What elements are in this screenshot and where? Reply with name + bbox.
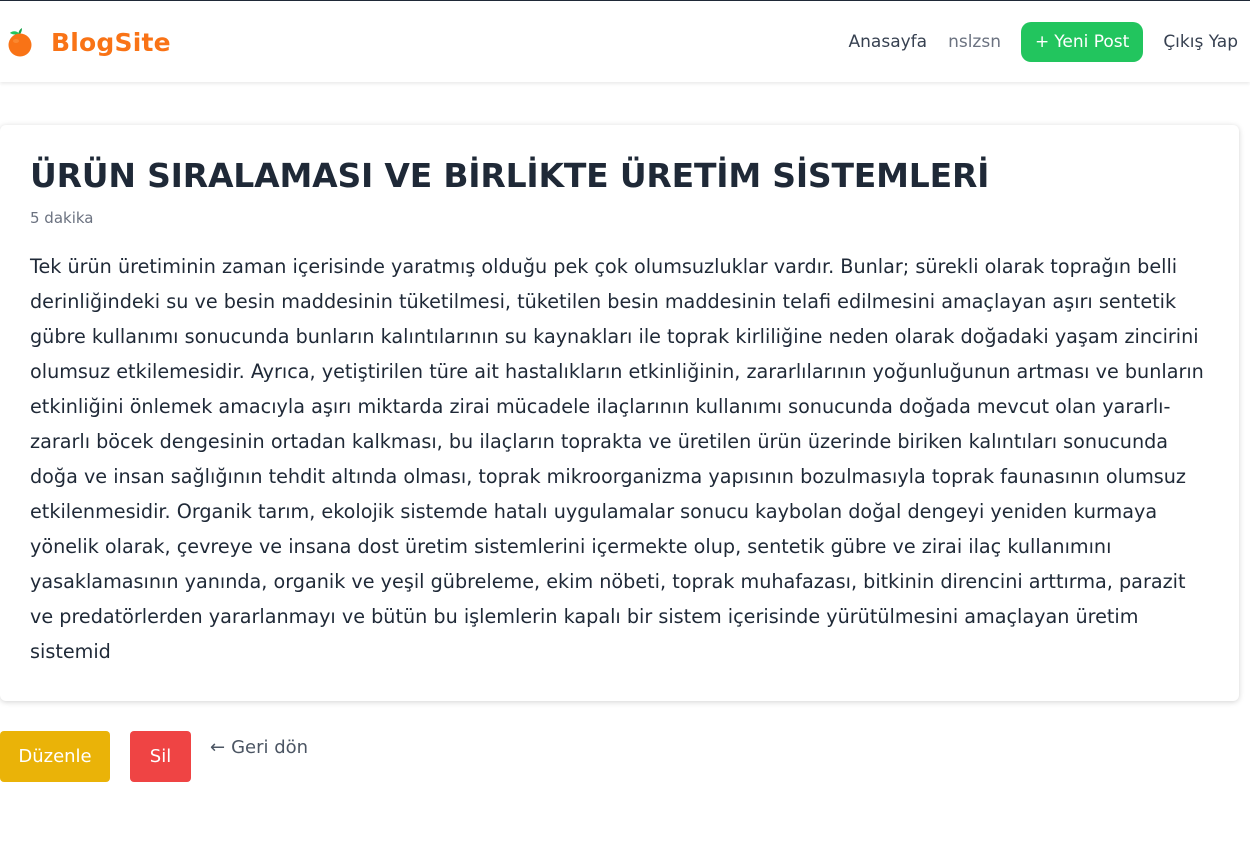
logout-link[interactable]: Çıkış Yap xyxy=(1163,32,1238,52)
post-title: ÜRÜN SIRALAMASI VE BİRLİKTE ÜRETİM SİSTE… xyxy=(30,156,990,195)
nav-home-link[interactable]: Anasayfa xyxy=(849,32,928,52)
back-link[interactable]: ← Geri dön xyxy=(210,737,308,758)
post-card: ÜRÜN SIRALAMASI VE BİRLİKTE ÜRETİM SİSTE… xyxy=(0,125,1239,701)
main-nav: Anasayfa nslzsn + Yeni Post Çıkış Yap xyxy=(849,22,1238,62)
new-post-label: Yeni Post xyxy=(1054,32,1130,52)
plus-icon: + xyxy=(1035,32,1050,52)
read-time: 5 dakika xyxy=(30,209,94,227)
back-link-label: Geri dön xyxy=(231,737,309,758)
current-username: nslzsn xyxy=(948,32,1001,52)
post-body: Tek ürün üretiminin zaman içerisinde yar… xyxy=(30,255,1204,663)
edit-button[interactable]: Düzenle xyxy=(0,731,110,782)
post-actions: Düzenle Sil ← Geri dön xyxy=(0,731,308,782)
left-arrow-icon: ← xyxy=(210,737,226,758)
brand-name[interactable]: BlogSite xyxy=(51,28,171,57)
orange-fruit-icon xyxy=(8,28,32,57)
top-navbar: BlogSite Anasayfa nslzsn + Yeni Post Çık… xyxy=(0,0,1250,82)
new-post-button[interactable]: + Yeni Post xyxy=(1021,22,1144,62)
brand-logo[interactable]: BlogSite xyxy=(7,24,171,60)
delete-button[interactable]: Sil xyxy=(130,731,191,782)
